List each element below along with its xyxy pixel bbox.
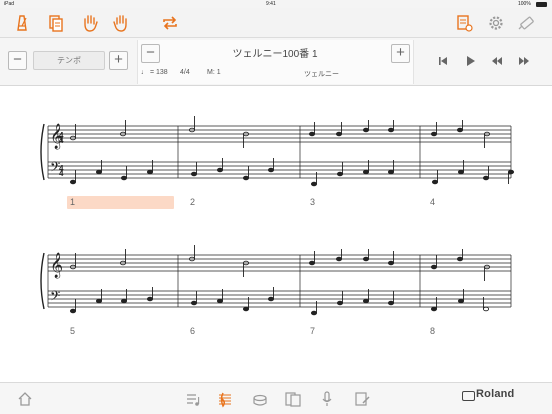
repeat-icon[interactable] xyxy=(160,13,180,33)
gear-icon[interactable] xyxy=(486,13,506,33)
measure-number[interactable]: 1 xyxy=(70,197,75,207)
measure-number[interactable]: 2 xyxy=(190,197,195,207)
measure-number[interactable]: 3 xyxy=(310,197,315,207)
status-time: 9:41 xyxy=(266,1,276,7)
measure-number[interactable]: 7 xyxy=(310,326,315,336)
roland-logo-mark xyxy=(462,391,475,401)
measure-number[interactable]: 4 xyxy=(430,197,435,207)
svg-text:𝄞: 𝄞 xyxy=(50,252,63,278)
left-hand-icon[interactable] xyxy=(80,13,100,33)
drum-icon[interactable] xyxy=(250,389,270,409)
playlist-icon[interactable] xyxy=(183,389,203,409)
score-icon[interactable] xyxy=(215,389,235,409)
battery-percent: 100% xyxy=(518,1,531,7)
skip-back-icon[interactable] xyxy=(433,51,453,71)
measure-number[interactable]: 8 xyxy=(430,326,435,336)
measure-indicator: M: 1 xyxy=(207,69,221,76)
home-icon[interactable] xyxy=(15,389,35,409)
bluetooth-tool-icon[interactable] xyxy=(516,13,536,33)
tempo-value: ♩ = 138 xyxy=(141,69,168,76)
edit-icon[interactable] xyxy=(352,389,372,409)
svg-text:𝄢: 𝄢 xyxy=(50,288,60,307)
metronome-icon[interactable] xyxy=(12,13,32,33)
play-icon[interactable] xyxy=(460,51,480,71)
score-settings-icon[interactable] xyxy=(454,13,474,33)
brand-logo: Roland xyxy=(476,388,515,400)
fast-forward-icon[interactable] xyxy=(514,51,534,71)
tempo-plus-button[interactable]: + xyxy=(109,51,128,70)
tempo-label: テンポ xyxy=(33,51,105,70)
time-sig-bottom-1b: 4 xyxy=(59,169,64,178)
rewind-icon[interactable] xyxy=(487,51,507,71)
cards-icon[interactable] xyxy=(283,389,303,409)
song-next-button[interactable]: + xyxy=(391,44,410,63)
measure-number[interactable]: 5 xyxy=(70,326,75,336)
song-list-icon[interactable] xyxy=(46,13,66,33)
right-hand-icon[interactable] xyxy=(111,13,131,33)
song-prev-button[interactable]: − xyxy=(141,44,160,63)
current-measure-highlight xyxy=(67,196,174,209)
status-bar: iPad 9:41 100% xyxy=(0,0,552,8)
song-title: ツェルニー100番 1 xyxy=(232,49,318,60)
device-label: iPad xyxy=(4,1,15,7)
tempo-minus-button[interactable]: − xyxy=(8,51,27,70)
score-staff-svg: 𝄞 𝄢 𝄞 𝄢 xyxy=(40,116,515,316)
composer: ツェルニー xyxy=(304,71,339,78)
time-signature: 4/4 xyxy=(180,69,190,76)
time-sig-bottom-1: 4 xyxy=(59,136,64,145)
battery-icon xyxy=(536,2,547,7)
measure-number[interactable]: 6 xyxy=(190,326,195,336)
microphone-icon[interactable] xyxy=(317,389,337,409)
score-area: 𝄞 𝄢 𝄞 𝄢 4 4 4 4 xyxy=(0,87,552,382)
top-toolbar xyxy=(0,8,552,38)
